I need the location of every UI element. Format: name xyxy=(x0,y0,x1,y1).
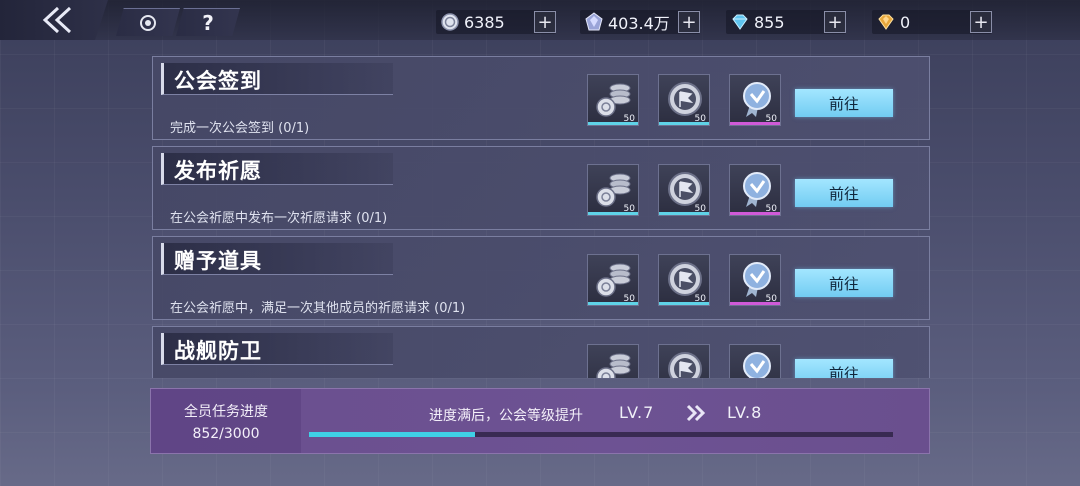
double-chevron-left-icon xyxy=(42,6,72,34)
reward-rarity-bar xyxy=(588,212,638,215)
medal-icon xyxy=(743,352,771,378)
coin-icon xyxy=(441,13,459,31)
reward-rarity-bar xyxy=(730,122,780,125)
coin-value: 6385 xyxy=(464,12,505,32)
currency-gem: 0 + xyxy=(872,10,992,34)
add-diamond-button[interactable]: + xyxy=(824,11,846,33)
add-coin-button[interactable]: + xyxy=(534,11,556,33)
reward-rarity-bar xyxy=(730,302,780,305)
current-level: LV.7 xyxy=(619,403,655,422)
reward-medal[interactable]: 50 xyxy=(729,344,781,378)
reward-flag-badge[interactable]: 50 xyxy=(658,254,710,306)
reward-flag-badge[interactable]: 50 xyxy=(658,74,710,126)
reward-medal[interactable]: 50 xyxy=(729,254,781,306)
progress-bar-fill xyxy=(309,432,475,437)
coins-stack-icon xyxy=(596,173,631,207)
progress-count: 852/3000 xyxy=(192,426,260,442)
task-title-banner: 发布祈愿 xyxy=(161,153,393,185)
double-chevron-right-icon xyxy=(686,404,706,422)
medal-icon xyxy=(743,262,771,297)
target-icon xyxy=(140,14,156,31)
go-button[interactable]: 前往 xyxy=(795,359,893,378)
diamond-value: 855 xyxy=(754,12,785,32)
guild-progress-panel: 全员任务进度 852/3000 进度满后，公会等级提升 LV.7 LV.8 xyxy=(150,388,930,454)
go-button[interactable]: 前往 xyxy=(795,179,893,207)
progress-label: 全员任务进度 xyxy=(184,404,268,420)
medal-icon xyxy=(743,82,771,117)
reward-rarity-bar xyxy=(659,122,709,125)
reward-rarity-bar xyxy=(730,212,780,215)
top-bar: ? 6385 + 403.4万 + 855 + 0 + xyxy=(0,0,1080,44)
task-description: 完成一次公会签到 (0/1) xyxy=(170,121,310,136)
gem-value: 0 xyxy=(900,12,911,32)
task-title-banner: 赠予道具 xyxy=(161,243,393,275)
medal-icon xyxy=(743,172,771,207)
gem-icon xyxy=(878,14,894,30)
task-description: 在公会祈愿中发布一次祈愿请求 (0/1) xyxy=(170,211,388,226)
add-crystal-button[interactable]: + xyxy=(678,11,700,33)
progress-summary: 全员任务进度 852/3000 xyxy=(151,389,301,453)
task-card: 赠予道具 在公会祈愿中，满足一次其他成员的祈愿请求 (0/1) 50 50 50… xyxy=(152,236,930,320)
diamond-icon xyxy=(732,14,748,30)
task-title: 公会签到 xyxy=(174,68,262,93)
progress-bar xyxy=(309,432,893,437)
task-list[interactable]: 公会签到 完成一次公会签到 (0/1) 50 50 50 前往 发布祈愿 在公会… xyxy=(152,56,930,378)
reward-flag-badge[interactable]: 50 xyxy=(658,164,710,216)
reward-medal[interactable]: 50 xyxy=(729,164,781,216)
task-title: 战舰防卫 xyxy=(174,338,262,363)
coins-stack-icon xyxy=(596,263,631,297)
go-button[interactable]: 前往 xyxy=(795,269,893,297)
flag-badge-icon xyxy=(668,262,702,296)
task-description: 在公会祈愿中，满足一次其他成员的祈愿请求 (0/1) xyxy=(170,301,466,316)
progress-note: 进度满后，公会等级提升 xyxy=(429,408,583,424)
reward-rarity-bar xyxy=(659,212,709,215)
help-icon: ? xyxy=(202,10,214,35)
flag-badge-icon xyxy=(668,172,702,206)
reward-rarity-bar xyxy=(659,302,709,305)
reward-coins[interactable]: 50 xyxy=(587,74,639,126)
add-gem-button[interactable]: + xyxy=(970,11,992,33)
reward-flag-badge[interactable]: 50 xyxy=(658,344,710,378)
currency-diamond: 855 + xyxy=(726,10,846,34)
reward-coins[interactable]: 50 xyxy=(587,254,639,306)
target-button[interactable] xyxy=(116,8,180,36)
task-card: 公会签到 完成一次公会签到 (0/1) 50 50 50 前往 xyxy=(152,56,930,140)
back-button[interactable] xyxy=(0,0,108,40)
reward-rarity-bar xyxy=(588,302,638,305)
currency-coin: 6385 + xyxy=(436,10,556,34)
reward-rarity-bar xyxy=(588,122,638,125)
task-title-banner: 公会签到 xyxy=(161,63,393,95)
task-title: 发布祈愿 xyxy=(174,158,262,183)
task-card: 发布祈愿 在公会祈愿中发布一次祈愿请求 (0/1) 50 50 50 前往 xyxy=(152,146,930,230)
flag-badge-icon xyxy=(668,352,702,378)
next-level: LV.8 xyxy=(727,403,763,422)
crystal-value: 403.4万 xyxy=(608,14,670,33)
task-title-banner: 战舰防卫 xyxy=(161,333,393,365)
task-card: 战舰防卫 50 50 xyxy=(152,326,930,378)
flag-badge-icon xyxy=(668,82,702,116)
reward-medal[interactable]: 50 xyxy=(729,74,781,126)
task-title: 赠予道具 xyxy=(174,248,262,273)
reward-coins[interactable]: 50 xyxy=(587,344,639,378)
crystal-icon xyxy=(585,12,603,31)
reward-coins[interactable]: 50 xyxy=(587,164,639,216)
currency-crystal: 403.4万 + xyxy=(580,10,700,34)
coins-stack-icon xyxy=(596,353,631,378)
coins-stack-icon xyxy=(596,83,631,117)
help-button[interactable]: ? xyxy=(176,8,240,36)
go-button[interactable]: 前往 xyxy=(795,89,893,117)
